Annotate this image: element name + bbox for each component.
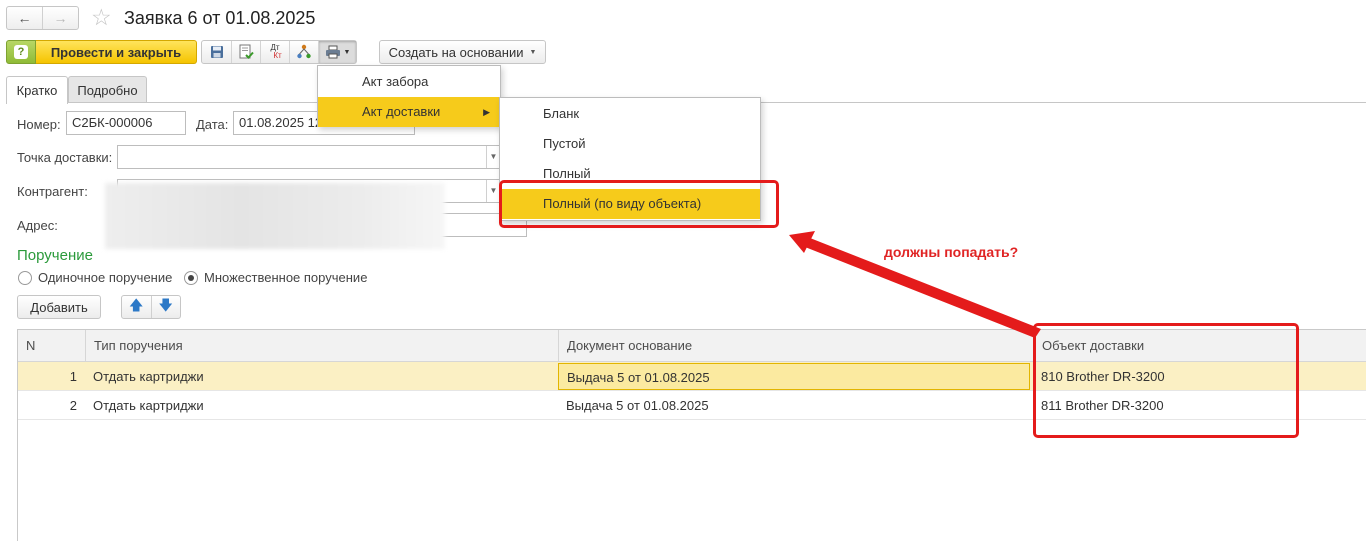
annotation-arrow [789, 231, 1041, 338]
annotation-box-menu [499, 180, 779, 228]
annotation-text: должны попадать? [884, 244, 1019, 260]
annotation-box-column [1033, 323, 1299, 438]
